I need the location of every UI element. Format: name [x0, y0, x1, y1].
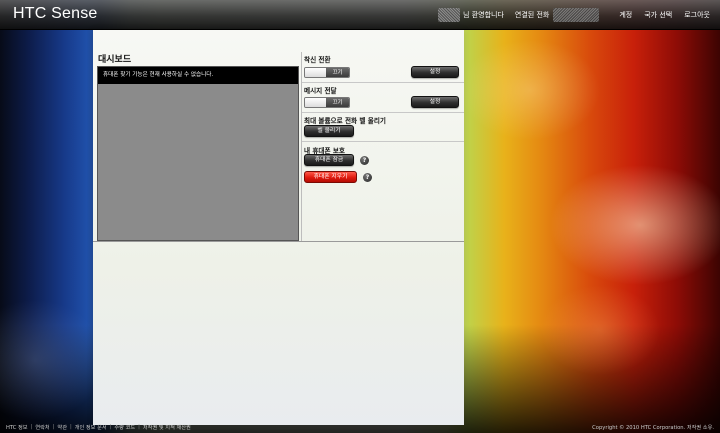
- call-forward-settings-button[interactable]: 설정: [411, 66, 459, 78]
- footer-link-privacy[interactable]: 개인 정보 문서: [75, 424, 107, 431]
- ring-phone-section: 최대 볼륨으로 전화 벨 울리기 벨 울리기: [302, 113, 464, 141]
- footer-link-about[interactable]: HTC 정보: [6, 424, 28, 431]
- dashboard-title: 대시보드: [98, 55, 132, 65]
- call-forward-section: 착신 전환 끄기 설정: [302, 52, 464, 82]
- footer-separator: |: [69, 424, 72, 430]
- call-forward-toggle[interactable]: 끄기: [304, 67, 350, 78]
- dashboard-map-area: 휴대폰 찾기 기능은 현재 사용하실 수 없습니다.: [97, 66, 299, 241]
- call-forward-title: 착신 전환: [304, 56, 331, 64]
- toggle-off-label: 끄기: [326, 98, 349, 107]
- footer-separator: |: [109, 424, 112, 430]
- lock-phone-button[interactable]: 휴대폰 잠금: [304, 154, 354, 166]
- wipe-help-icon[interactable]: ?: [363, 173, 372, 182]
- header-nav: 님 환영합니다 연결된 전화 계정 국가 선택 로그아웃: [438, 0, 710, 30]
- nav-country-select[interactable]: 국가 선택: [644, 10, 672, 20]
- message-forward-toggle[interactable]: 끄기: [304, 97, 350, 108]
- message-forward-section: 메시지 전달 끄기 설정: [302, 83, 464, 113]
- footer-copyright: Copyright © 2010 HTC Corporation. 저작권 소유…: [592, 425, 714, 431]
- nav-account[interactable]: 계정: [619, 10, 632, 20]
- footer-link-contact[interactable]: 연락처: [35, 424, 49, 431]
- lock-help-icon[interactable]: ?: [360, 156, 369, 165]
- toggle-on-side: [305, 68, 327, 77]
- footer-link-quantity-code[interactable]: 수량 코드: [114, 424, 135, 431]
- main-panel: 대시보드 휴대폰 찾기 기능은 현재 사용하실 수 없습니다. 착신 전환 끄기…: [93, 30, 464, 425]
- message-forward-title: 메시지 전달: [304, 87, 337, 95]
- phone-name-redacted[interactable]: [553, 8, 600, 22]
- htc-sense-logo[interactable]: HTC Sense: [13, 5, 98, 23]
- footer-separator: |: [138, 424, 140, 430]
- top-bar: HTC Sense 님 환영합니다 연결된 전화 계정 국가 선택 로그아웃: [0, 0, 720, 30]
- footer-separator: |: [30, 424, 33, 430]
- toggle-off-label: 끄기: [326, 68, 349, 77]
- message-forward-settings-button[interactable]: 설정: [411, 96, 459, 108]
- footer-link-terms[interactable]: 약관: [57, 424, 67, 431]
- welcome-text: 님 환영합니다: [463, 11, 504, 19]
- wipe-phone-button[interactable]: 휴대폰 지우기: [304, 171, 357, 183]
- nav-logout[interactable]: 로그아웃: [684, 10, 710, 20]
- panel-bottom-rule: [93, 241, 464, 242]
- dashboard-message: 휴대폰 찾기 기능은 현재 사용하실 수 없습니다.: [98, 67, 298, 84]
- toggle-on-side: [305, 98, 327, 107]
- ring-phone-button[interactable]: 벨 울리기: [304, 125, 354, 137]
- protect-phone-section: 내 휴대폰 보호 휴대폰 잠금 ? 휴대폰 지우기 ?: [302, 142, 464, 202]
- ring-phone-title: 최대 볼륨으로 전화 벨 울리기: [304, 117, 386, 125]
- footer-link-copyright[interactable]: 저작권 및 지적 재산권: [143, 424, 191, 431]
- footer-links: HTC 정보 | 연락처 | 약관 | 개인 정보 문서 | 수량 코드 | 저…: [6, 424, 191, 431]
- user-name-redacted: [438, 8, 461, 22]
- connected-phone-label[interactable]: 연결된 전화: [515, 10, 549, 20]
- footer-separator: |: [52, 424, 55, 430]
